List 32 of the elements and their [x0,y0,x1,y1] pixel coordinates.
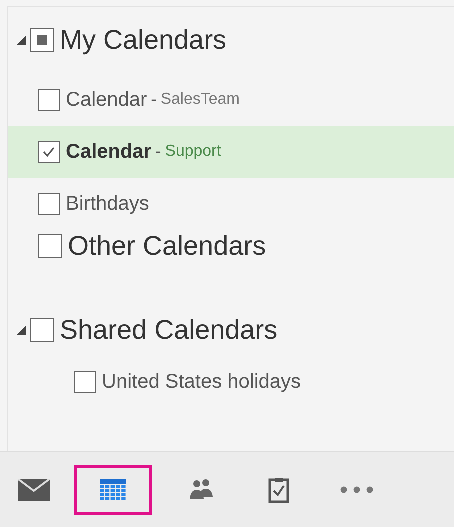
group-label: Other Calendars [68,230,266,263]
task-clipboard-icon [268,476,290,502]
calendar-row[interactable]: Calendar - SalesTeam [8,74,454,126]
checkbox[interactable] [38,89,60,111]
mail-icon [18,478,50,500]
group-label: Shared Calendars [60,314,278,347]
selected-calendar-row[interactable]: Calendar - Support [8,126,454,178]
partial-checkbox[interactable] [30,28,54,52]
expanded-triangle-icon[interactable] [17,326,26,334]
people-icon [188,478,214,500]
calendar-name: Calendar [66,88,148,113]
checkbox[interactable] [38,234,62,258]
checkbox[interactable] [30,318,54,342]
group-label: My Calendars [60,24,227,57]
calendar-row[interactable]: Birthdays [8,178,454,230]
calendar-name: Birthdays [66,192,150,217]
calendar-owner: Support [165,142,222,162]
name-separator: - [151,89,157,112]
calendar-name: Calendar [66,140,152,165]
calendar-nav-button[interactable] [74,464,152,514]
name-separator: - [156,141,162,164]
expanded-triangle-icon[interactable] [17,36,26,44]
more-icon [340,486,374,494]
checkbox[interactable] [38,193,60,215]
checked-checkbox[interactable] [38,141,60,163]
checkbox[interactable] [74,371,96,393]
check-icon [42,146,56,158]
calendar-row[interactable]: United States holidays [8,356,454,408]
partial-square-icon [37,35,47,45]
calendar-icon [100,478,126,500]
calendar-owner: SalesTeam [160,90,240,110]
calendar-name: United States holidays [102,370,302,395]
